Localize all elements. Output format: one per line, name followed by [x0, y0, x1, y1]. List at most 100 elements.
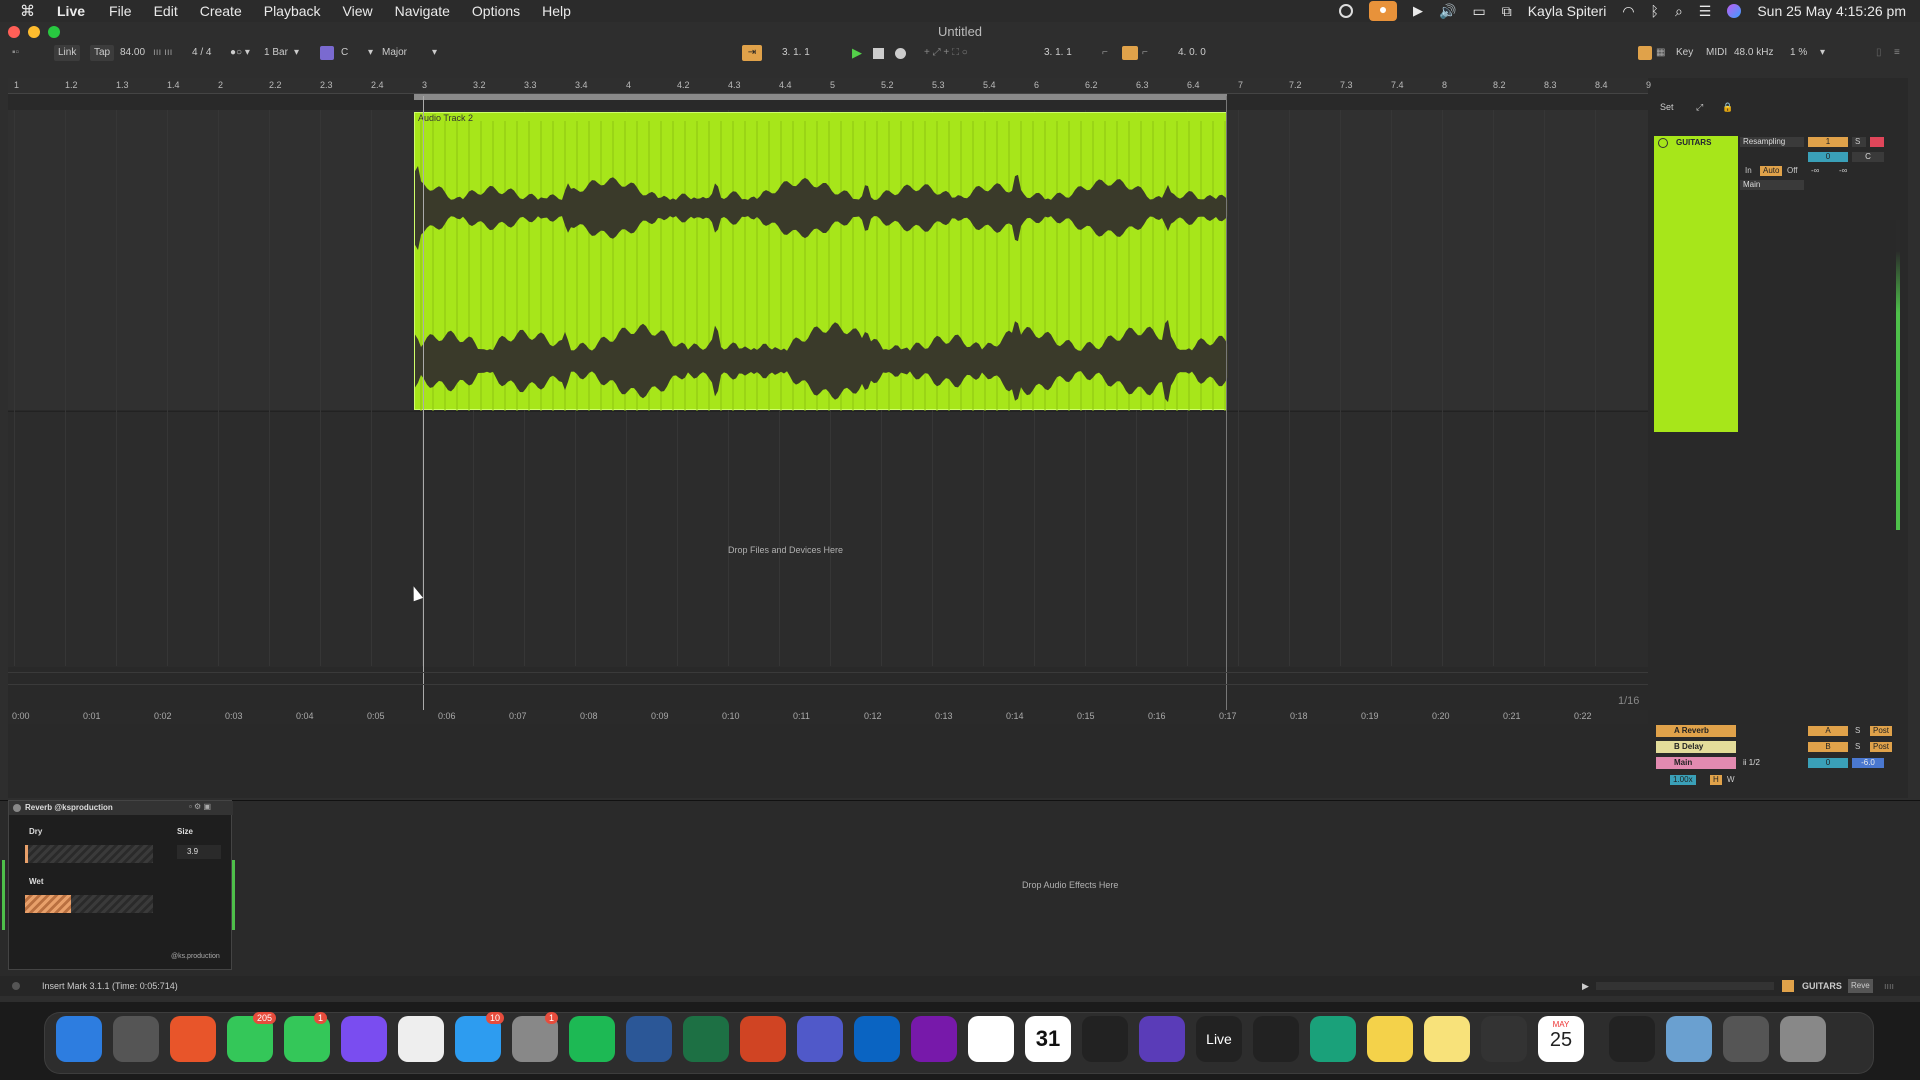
track-fold-icon[interactable] — [1658, 138, 1668, 148]
status-scroller[interactable] — [1596, 982, 1774, 990]
track-name-guitars[interactable]: GUITARS — [1662, 138, 1711, 147]
minimize-window-button[interactable] — [28, 26, 40, 38]
control-center-icon[interactable]: ☰ — [1699, 3, 1712, 20]
return-b-solo[interactable]: S — [1852, 742, 1863, 752]
expand-icon[interactable]: ⤢ — [1696, 102, 1703, 113]
song-position-field[interactable]: 3. 1. 1 — [782, 45, 810, 61]
spotlight-search-icon[interactable]: ⌕ — [1675, 3, 1683, 20]
dock-excel-icon[interactable] — [683, 1016, 729, 1062]
dock-calculator-icon[interactable] — [1481, 1016, 1527, 1062]
dock-calendar31-icon[interactable]: 31 — [1025, 1016, 1071, 1062]
dock-stickies-icon[interactable] — [1424, 1016, 1470, 1062]
record-button[interactable] — [895, 48, 906, 59]
return-b-post[interactable]: Post — [1870, 742, 1893, 752]
send-a-field[interactable]: -∞ — [1808, 166, 1822, 176]
screen-mirror-icon[interactable]: ⧉ — [1502, 3, 1512, 20]
overdub-automation-icons[interactable]: + ⤢ + ⛶ ○ — [924, 45, 968, 61]
output-menu[interactable]: Main — [1740, 180, 1804, 190]
dock-finder-icon[interactable] — [56, 1016, 102, 1062]
dock-powerpoint-icon[interactable] — [740, 1016, 786, 1062]
audio-clip[interactable] — [414, 112, 1228, 411]
menu-navigate[interactable]: Navigate — [395, 3, 450, 19]
tempo-field[interactable]: 84.00 — [120, 45, 145, 61]
reverb-device[interactable]: Reverb @ksproduction ▫ ⚙ ▣ Dry Size 3.9 … — [8, 800, 233, 970]
volume-field[interactable]: 0 — [1808, 152, 1848, 162]
return-a-solo[interactable]: S — [1852, 726, 1863, 736]
midi-map-button[interactable]: MIDI — [1706, 45, 1727, 61]
stop-button[interactable] — [873, 48, 884, 59]
dock-preview-icon[interactable] — [1666, 1016, 1712, 1062]
dock-brave-icon[interactable] — [170, 1016, 216, 1062]
quantize-chevron-icon[interactable]: ▾ — [294, 45, 299, 61]
loop-switch-icon[interactable] — [1122, 46, 1138, 60]
track-activator-button[interactable]: 1 — [1808, 137, 1848, 147]
monitor-in-button[interactable]: In — [1742, 166, 1755, 176]
device-power-icon[interactable] — [13, 804, 21, 812]
menu-options[interactable]: Options — [472, 3, 520, 19]
screen-record-icon[interactable] — [1339, 4, 1354, 18]
dock-spotify-icon[interactable] — [569, 1016, 615, 1062]
return-b-activator[interactable]: B — [1808, 742, 1848, 752]
dock-max-icon[interactable] — [1253, 1016, 1299, 1062]
wet-slider[interactable] — [25, 895, 153, 913]
dock-notes-icon[interactable] — [1367, 1016, 1413, 1062]
key-map-button[interactable]: Key — [1676, 45, 1693, 61]
dock-gp-icon[interactable] — [1310, 1016, 1356, 1062]
loop-brace[interactable] — [414, 94, 1227, 100]
siri-icon[interactable] — [1727, 4, 1742, 18]
status-track-name[interactable]: GUITARS — [1802, 976, 1842, 996]
set-button[interactable]: Set — [1660, 102, 1674, 112]
main-track-header[interactable]: Main — [1656, 757, 1736, 769]
metronome-icon[interactable]: ●○ ▾ — [230, 45, 250, 61]
quantize-menu[interactable]: 1 Bar — [264, 45, 288, 61]
browser-toggle-icon[interactable]: ≡ — [1894, 45, 1900, 61]
dock-trash-icon[interactable] — [1780, 1016, 1826, 1062]
menu-app-name[interactable]: Live — [57, 3, 85, 19]
info-toggle-icon[interactable] — [12, 982, 20, 990]
monitor-auto-button[interactable]: Auto — [1760, 166, 1783, 176]
play-button[interactable]: ▶ — [852, 45, 862, 61]
bluetooth-icon[interactable]: ᛒ — [1651, 3, 1659, 19]
volume-icon[interactable]: 🔊 — [1439, 3, 1456, 20]
drop-zone[interactable] — [8, 411, 1648, 667]
dock-teams-icon[interactable] — [797, 1016, 843, 1062]
status-scroll-arrow-icon[interactable]: ▶ — [1582, 976, 1589, 996]
w-button[interactable]: W — [1724, 775, 1738, 785]
menubar-user-name[interactable]: Kayla Spiteri — [1528, 3, 1607, 19]
device-header-icons[interactable]: ▫ ⚙ ▣ — [189, 802, 211, 811]
dock-launchpad-icon[interactable] — [113, 1016, 159, 1062]
size-field[interactable]: 3.9 — [177, 845, 221, 859]
return-track-b-header[interactable]: B Delay — [1656, 741, 1736, 753]
dock-davinci-icon[interactable] — [1609, 1016, 1655, 1062]
track-header-guitars[interactable] — [1654, 136, 1738, 432]
return-track-lane-b[interactable] — [8, 684, 1648, 696]
metronome-nudge-icon[interactable]: ııı ııı — [153, 45, 172, 61]
display-icon[interactable]: ▭ — [1472, 3, 1485, 20]
scale-menu[interactable]: Major — [382, 45, 407, 61]
return-track-a-header[interactable]: A Reverb — [1656, 725, 1736, 737]
status-device-tab[interactable]: Reve — [1848, 979, 1873, 993]
loop-length-field[interactable]: 4. 0. 0 — [1178, 45, 1206, 61]
dock-photos-icon[interactable] — [398, 1016, 444, 1062]
scale-chevron-icon[interactable]: ▾ — [432, 45, 437, 61]
menu-file[interactable]: File — [109, 3, 132, 19]
menu-help[interactable]: Help — [542, 3, 571, 19]
follow-icon[interactable]: ⇥ — [742, 45, 762, 61]
menu-edit[interactable]: Edit — [154, 3, 178, 19]
wifi-icon[interactable]: ◠ — [1622, 3, 1634, 20]
view-toggle-icon[interactable]: ▪▫ — [12, 45, 19, 61]
dock-onenote-icon[interactable] — [911, 1016, 957, 1062]
input-type-menu[interactable]: Resampling — [1740, 137, 1804, 147]
dry-slider[interactable] — [25, 845, 153, 863]
send-b-field[interactable]: -∞ — [1836, 166, 1850, 176]
dock-musescore-icon[interactable] — [1139, 1016, 1185, 1062]
dock-outlook-icon[interactable] — [854, 1016, 900, 1062]
return-a-post[interactable]: Post — [1870, 726, 1893, 736]
key-chevron-icon[interactable]: ▾ — [368, 45, 373, 61]
menubar-clock[interactable]: Sun 25 May 4:15:26 pm — [1757, 3, 1906, 19]
grid-size-readout[interactable]: 1/16 — [1618, 695, 1639, 707]
dock-calendar-icon[interactable]: MAY 25 — [1538, 1016, 1584, 1062]
play-circle-icon[interactable]: ▶ — [1413, 3, 1423, 19]
dock-word-icon[interactable] — [626, 1016, 672, 1062]
scale-mode-icon[interactable] — [320, 46, 334, 60]
